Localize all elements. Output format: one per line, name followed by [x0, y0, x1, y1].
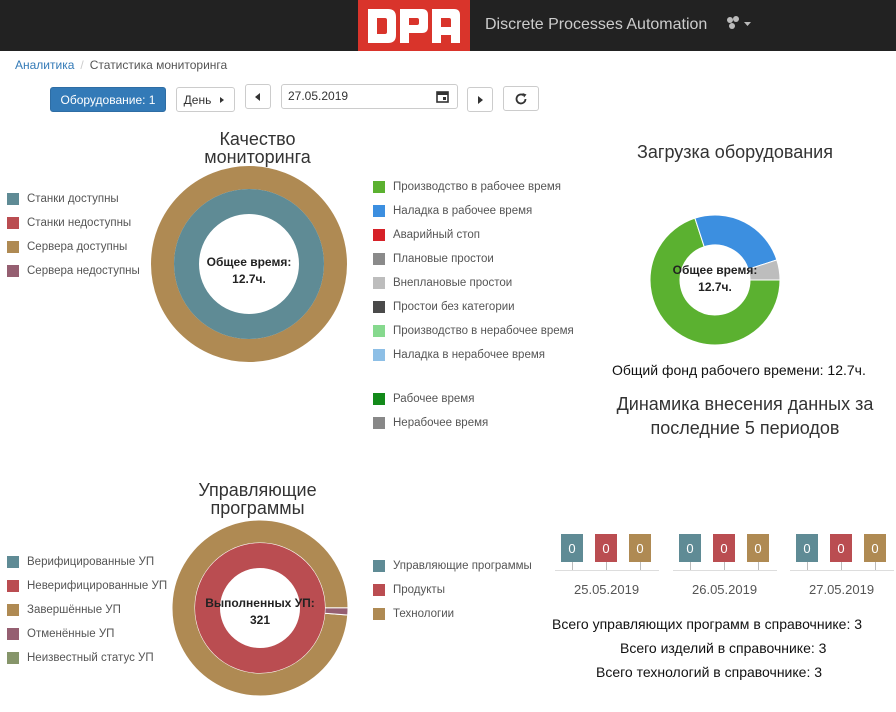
period-count-badge: 0 [629, 534, 651, 562]
period-axis [790, 570, 894, 571]
load-center-line1: Общее время: [672, 263, 758, 277]
monitoring-center-line2: 12.7ч. [232, 272, 266, 286]
period-axis [673, 570, 777, 571]
period-date-label: 27.05.2019 [809, 582, 875, 597]
period-date-label: 25.05.2019 [574, 582, 640, 597]
badge-tick [690, 562, 691, 570]
period-axis [555, 570, 659, 571]
load-center-label: Общее время: 12.7ч. [662, 262, 768, 296]
programs-center-line1: Выполненных УП: [205, 596, 315, 610]
period-count-badge: 0 [796, 534, 818, 562]
badge-tick [640, 562, 641, 570]
badge-tick [841, 562, 842, 570]
badge-tick [572, 562, 573, 570]
programs-center-line2: 321 [249, 613, 271, 627]
badge-tick [807, 562, 808, 570]
badge-tick [758, 562, 759, 570]
period-count-badge: 0 [747, 534, 769, 562]
monitoring-center-line1: Общее время: [206, 255, 292, 269]
load-center-line2: 12.7ч. [698, 280, 732, 294]
programs-center-label: Выполненных УП: 321 [196, 595, 324, 629]
charts-layer [151, 166, 781, 697]
programs-outer-slice[interactable] [324, 607, 349, 616]
period-count-badge: 0 [679, 534, 701, 562]
period-date-label: 26.05.2019 [692, 582, 758, 597]
badge-tick [606, 562, 607, 570]
monitoring-center-label: Общее время: 12.7ч. [196, 254, 302, 288]
badge-tick [724, 562, 725, 570]
period-count-badge: 0 [561, 534, 583, 562]
period-count-badge: 0 [595, 534, 617, 562]
period-count-badge: 0 [830, 534, 852, 562]
period-count-badge: 0 [864, 534, 886, 562]
badge-tick [875, 562, 876, 570]
period-count-badge: 0 [713, 534, 735, 562]
